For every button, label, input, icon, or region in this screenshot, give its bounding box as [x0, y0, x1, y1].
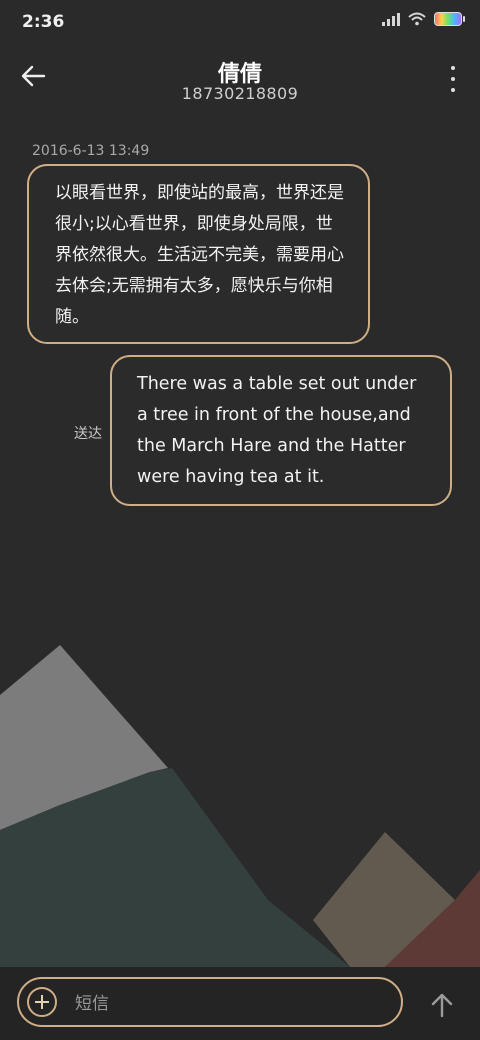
status-bar: 2:36	[0, 0, 480, 44]
sms-input[interactable]	[73, 992, 377, 1016]
contact-phone-number: 18730218809	[181, 84, 299, 103]
plus-circle-icon[interactable]	[27, 987, 57, 1017]
incoming-message-bubble[interactable]: 以眼看世界，即使站的最高，世界还是很小;以心看世界，即使身处局限，世界依然很大。…	[27, 164, 370, 344]
delivery-status: 送达	[74, 426, 102, 442]
compose-bar	[0, 967, 480, 1040]
wifi-icon	[408, 12, 426, 26]
status-icons	[382, 12, 465, 26]
battery-icon	[434, 12, 465, 26]
more-vertical-icon[interactable]	[448, 66, 458, 92]
outgoing-message-bubble[interactable]: There was a table set out under a tree i…	[110, 355, 452, 506]
signal-icon	[382, 12, 400, 26]
arrow-up-icon[interactable]	[426, 989, 458, 1021]
message-timestamp: 2016-6-13 13:49	[32, 143, 150, 159]
conversation-header: 倩倩 18730218809	[0, 44, 480, 116]
compose-field	[17, 977, 403, 1027]
status-time: 2:36	[22, 12, 65, 32]
